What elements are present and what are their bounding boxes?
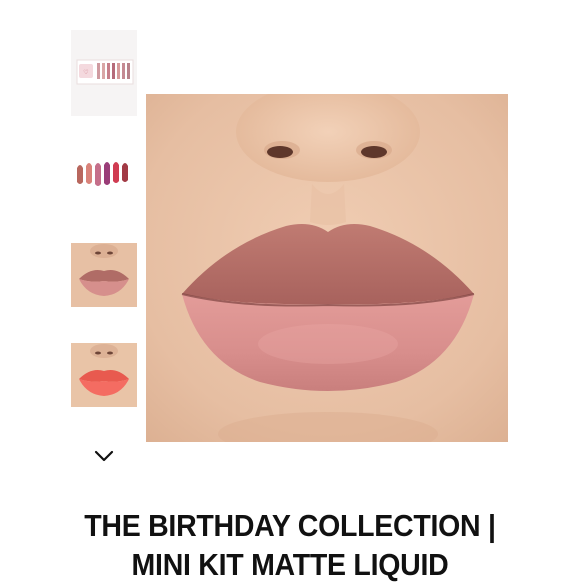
nude-matte-lips-photo — [146, 94, 508, 442]
product-title: THE BIRTHDAY COLLECTION | MINI KIT MATTE… — [84, 508, 496, 582]
main-product-image — [146, 94, 508, 442]
svg-text:♡: ♡ — [83, 69, 88, 76]
swatches-thumbnail[interactable] — [71, 136, 137, 206]
coral-lips-thumbnail[interactable] — [71, 343, 137, 407]
nude-lips-thumbnail[interactable] — [71, 243, 137, 307]
chevron-down-icon[interactable] — [93, 448, 115, 464]
swatches-image — [71, 136, 137, 206]
kit-box-thumbnail[interactable]: ♡ — [71, 30, 137, 116]
nude-lips-image — [71, 243, 137, 307]
kit-box-image: ♡ — [71, 30, 137, 116]
coral-lips-image — [71, 343, 137, 407]
